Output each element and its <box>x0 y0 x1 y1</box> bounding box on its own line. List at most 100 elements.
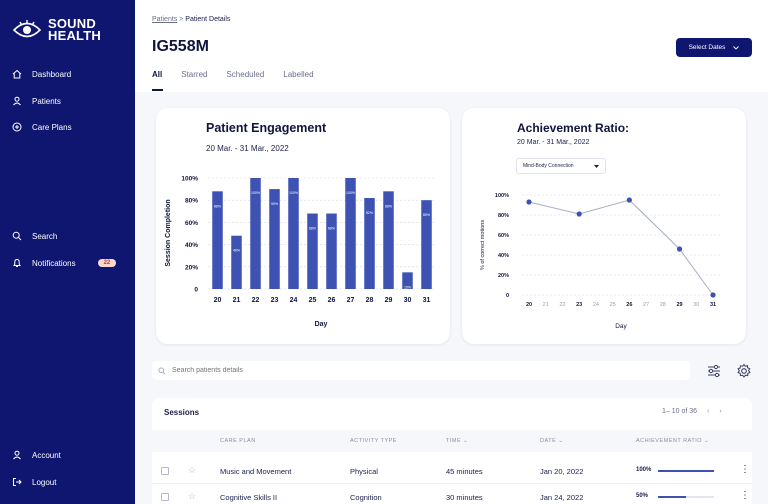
table-row[interactable]: ☆ Music and Movement Physical 45 minutes… <box>152 458 752 484</box>
sidebar-item-dashboard[interactable]: Dashboard <box>12 69 71 79</box>
x-tick-label: 27 <box>643 302 649 308</box>
cell-ratio-label: 100% <box>636 467 652 473</box>
x-tick-label: 25 <box>610 302 616 308</box>
bar-data-label: 82% <box>366 211 373 215</box>
x-tick-label: 24 <box>593 302 599 308</box>
x-tick-label: 28 <box>366 297 374 304</box>
column-ratio-label: ACHIEVEMENT RATIO <box>636 438 703 444</box>
chevron-down-icon: ⌄ <box>704 438 710 444</box>
data-point <box>710 292 716 298</box>
bar-data-label: 15% <box>404 285 411 289</box>
logo-icon <box>12 20 42 38</box>
sidebar-item-account[interactable]: Account <box>12 450 61 460</box>
engagement-card: Patient Engagement 20 Mar. - 31 Mar., 20… <box>156 108 450 344</box>
breadcrumb-link[interactable]: Patients <box>152 16 177 23</box>
sidebar-item-label: Patients <box>32 96 61 106</box>
logout-icon <box>13 478 22 486</box>
ratio-bar <box>658 496 714 498</box>
sidebar-item-logout[interactable]: Logout <box>12 477 56 487</box>
filter-icon[interactable] <box>706 363 722 379</box>
bar <box>307 213 318 289</box>
more-options-icon[interactable]: ⋮ <box>740 464 750 475</box>
y-tick-label: 80% <box>498 213 509 219</box>
ratio-bar-fill <box>658 470 714 472</box>
x-tick-label: 31 <box>710 302 716 308</box>
y-tick-label: 100% <box>495 193 509 199</box>
app-logo[interactable]: SOUND HEALTH <box>12 17 101 43</box>
x-tick-label: 28 <box>660 302 666 308</box>
star-icon[interactable]: ☆ <box>188 465 196 476</box>
x-tick-label: 24 <box>290 297 298 304</box>
breadcrumb-separator: > <box>179 16 184 23</box>
column-time-label: TIME <box>446 438 462 444</box>
chevron-down-icon: ⌄ <box>558 438 564 444</box>
app-name-line2: HEALTH <box>48 28 101 43</box>
bell-icon <box>13 258 21 267</box>
chevron-right-icon[interactable]: › <box>719 408 721 415</box>
tab-labelled[interactable]: Labelled <box>283 70 313 79</box>
y-tick-label: 0 <box>194 287 198 294</box>
sidebar-item-care-plans[interactable]: Care Plans <box>12 122 72 132</box>
breadcrumb: Patients > Patient Details <box>152 16 230 23</box>
sessions-title: Sessions <box>164 408 200 417</box>
app-name: SOUND HEALTH <box>48 17 101 43</box>
table-row[interactable]: ☆ Cognitive Skills II Cognition 30 minut… <box>152 484 752 504</box>
data-point <box>676 246 683 252</box>
pagination-range: 1– 10 of 36 <box>662 408 698 415</box>
bar-data-label: 100% <box>346 191 355 195</box>
achievement-card: Achievement Ratio: 20 Mar. - 31 Mar., 20… <box>462 108 746 344</box>
column-activity-type[interactable]: ACTIVITY TYPE <box>350 438 397 444</box>
x-tick-label: 20 <box>214 297 222 304</box>
cell-care-plan: Cognitive Skills II <box>220 493 278 502</box>
sidebar-item-patients[interactable]: Patients <box>12 96 61 106</box>
x-tick-label: 27 <box>347 297 355 304</box>
column-date[interactable]: DATE ⌄ <box>540 438 563 444</box>
gear-icon[interactable] <box>736 363 752 379</box>
column-care-plan[interactable]: CARE PLAN <box>220 438 256 444</box>
bar <box>231 235 242 289</box>
star-icon[interactable]: ☆ <box>188 491 196 502</box>
cell-date: Jan 20, 2022 <box>540 467 584 476</box>
home-icon <box>12 69 22 79</box>
select-dates-button[interactable]: Select Dates <box>676 38 752 57</box>
engagement-bar-chart: 0 20% 40% 60% 80% 100% 88% 20 48% 21 100% 22 90% 23 10… <box>165 176 436 328</box>
sidebar-item-label: Logout <box>32 477 57 487</box>
sidebar-item-label: Dashboard <box>32 69 72 79</box>
y-tick-label: 60% <box>185 220 198 227</box>
x-tick-label: 23 <box>271 297 279 304</box>
sidebar-item-notifications[interactable]: Notifications 22 <box>12 258 117 268</box>
column-achievement-ratio[interactable]: ACHIEVEMENT RATIO ⌄ <box>636 438 709 444</box>
tab-all[interactable]: All <box>152 70 162 79</box>
pagination: 1– 10 of 36 ‹ › <box>662 408 722 415</box>
y-tick-label: 80% <box>185 198 198 205</box>
tab-scheduled[interactable]: Scheduled <box>226 70 264 79</box>
ratio-bar <box>658 470 714 472</box>
column-time[interactable]: TIME ⌄ <box>446 438 468 444</box>
x-tick-label: 26 <box>328 297 336 304</box>
cell-time: 45 minutes <box>446 467 483 476</box>
x-tick-label: 21 <box>543 302 549 308</box>
select-dates-label: Select Dates <box>688 44 726 51</box>
y-axis-label: Session Completion <box>165 199 172 266</box>
row-checkbox[interactable] <box>161 467 169 475</box>
x-tick-label: 30 <box>404 297 412 304</box>
chevron-down-icon: ⌄ <box>463 438 469 444</box>
table-header: CARE PLAN ACTIVITY TYPE TIME ⌄ DATE ⌄ AC… <box>152 430 752 452</box>
column-date-label: DATE <box>540 438 557 444</box>
x-tick-label: 20 <box>526 302 532 308</box>
row-checkbox[interactable] <box>161 493 169 501</box>
tab-starred[interactable]: Starred <box>181 70 207 79</box>
x-tick-label: 26 <box>626 302 632 308</box>
sessions-table: Sessions 1– 10 of 36 ‹ › CARE PLAN ACTIV… <box>152 398 752 504</box>
chevron-left-icon[interactable]: ‹ <box>707 408 709 415</box>
search-input[interactable] <box>172 367 652 374</box>
more-options-icon[interactable]: ⋮ <box>740 490 750 501</box>
bar-data-label: 88% <box>385 204 392 208</box>
bar <box>326 213 337 289</box>
sidebar-item-search[interactable]: Search <box>12 231 57 241</box>
cell-date: Jan 24, 2022 <box>540 493 584 502</box>
y-tick-label: 0 <box>506 293 509 299</box>
x-axis-label: Day <box>315 321 328 328</box>
x-axis-label: Day <box>615 323 627 330</box>
y-tick-label: 60% <box>498 233 509 239</box>
